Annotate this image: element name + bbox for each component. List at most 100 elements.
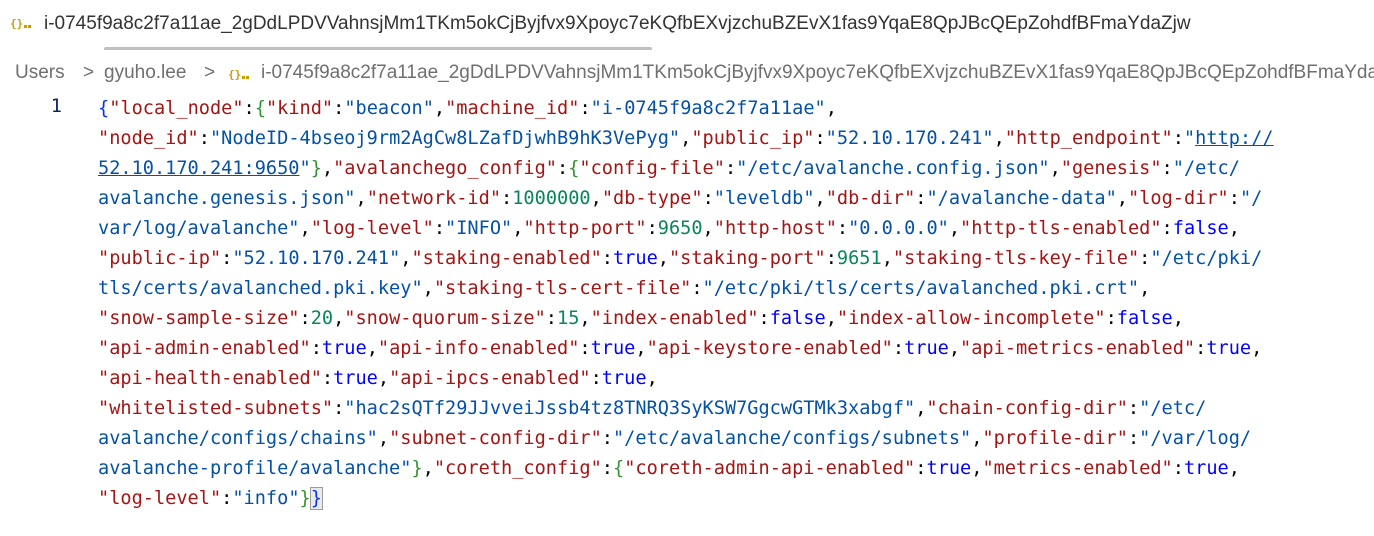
- json-boolean: false: [1172, 218, 1229, 239]
- json-punctuation: ,: [1116, 188, 1128, 209]
- json-punctuation: :: [1172, 458, 1184, 479]
- json-punctuation: ,: [1139, 278, 1151, 299]
- json-link[interactable]: 52.10.170.241:9650: [98, 158, 300, 179]
- json-punctuation: :: [243, 98, 255, 119]
- json-punctuation: :: [579, 98, 591, 119]
- json-number: 20: [310, 308, 334, 329]
- json-key: "whitelisted-subnets": [98, 398, 334, 419]
- json-punctuation: ,: [579, 308, 591, 329]
- json-key: "staking-port": [668, 248, 826, 269]
- json-punctuation: ,: [512, 218, 524, 239]
- json-string: "/etc/pki/: [1150, 248, 1263, 269]
- json-punctuation: :: [724, 158, 737, 179]
- json-number: 15: [557, 308, 580, 329]
- json-punctuation: :: [501, 188, 513, 209]
- code-line: "node_id":"NodeID-4bseoj9rm2AgCw8LZafDjw…: [98, 124, 1368, 154]
- code-editor[interactable]: 1 {"local_node":{"kind":"beacon","machin…: [0, 90, 1374, 536]
- json-boolean: true: [333, 368, 378, 389]
- json-punctuation: :: [1161, 158, 1173, 179]
- json-punctuation: ,: [657, 248, 669, 269]
- json-punctuation: :: [1161, 218, 1173, 239]
- tab-bar-scrollbar[interactable]: [104, 47, 652, 50]
- json-key: "staking-tls-key-file": [892, 248, 1140, 269]
- breadcrumb-item-file[interactable]: i-0745f9a8c2f7a11ae_2gDdLPDVVahnsjMm1TKm…: [261, 62, 1374, 84]
- json-punctuation: ,: [948, 338, 961, 359]
- json-key: "genesis": [1060, 158, 1162, 179]
- json-punctuation: :: [601, 428, 613, 449]
- json-file-icon: {}: [228, 68, 249, 81]
- json-punctuation: ,: [1172, 308, 1184, 329]
- code-content[interactable]: {"local_node":{"kind":"beacon","machine_…: [98, 94, 1368, 514]
- json-punctuation: ,: [702, 218, 714, 239]
- json-punctuation: ,: [400, 248, 412, 269]
- json-punctuation: ,: [433, 98, 446, 119]
- json-punctuation: ,: [321, 158, 334, 179]
- json-link[interactable]: http://: [1195, 128, 1273, 149]
- json-punctuation: :: [1172, 128, 1184, 149]
- code-line: "api-health-enabled":true,"api-ipcs-enab…: [98, 364, 1368, 394]
- json-punctuation: :: [590, 368, 602, 389]
- json-key: "log-level": [98, 488, 222, 509]
- json-punctuation: :: [333, 98, 345, 119]
- json-punctuation: ,: [680, 128, 692, 149]
- editor-tab[interactable]: {} i-0745f9a8c2f7a11ae_2gDdLPDVVahnsjMm1…: [0, 0, 1374, 50]
- json-punctuation: ,: [1228, 458, 1240, 479]
- json-string: "/etc/: [1139, 398, 1207, 419]
- code-line: 52.10.170.241:9650"},"avalanchego_config…: [98, 154, 1368, 184]
- code-line: "api-admin-enabled":true,"api-info-enabl…: [98, 334, 1368, 364]
- json-punctuation: ,: [422, 278, 434, 299]
- json-key: "index-enabled": [590, 308, 759, 329]
- json-brace: {: [612, 458, 625, 479]
- json-key: "public_ip": [691, 128, 815, 149]
- json-key: "kind": [265, 98, 334, 119]
- json-punctuation: :: [836, 218, 849, 239]
- json-key: "snow-sample-size": [98, 308, 300, 329]
- json-punctuation: :: [545, 308, 557, 329]
- code-line: var/log/avalanche","log-level":"INFO","h…: [98, 214, 1368, 244]
- json-punctuation: ,: [646, 368, 658, 389]
- json-string: "INFO": [445, 218, 513, 239]
- json-punctuation: :: [915, 188, 927, 209]
- json-punctuation: ,: [355, 188, 367, 209]
- json-punctuation: ,: [366, 338, 378, 359]
- json-punctuation: :: [310, 338, 322, 359]
- json-punctuation: ,: [1228, 218, 1240, 239]
- json-punctuation: :: [758, 308, 770, 329]
- json-number: 9651: [836, 248, 882, 269]
- code-line: {"local_node":{"kind":"beacon","machine_…: [98, 94, 1368, 124]
- json-file-icon: {}: [10, 17, 31, 30]
- json-brace: {: [568, 158, 580, 179]
- json-punctuation: ,: [333, 308, 345, 329]
- json-punctuation: ,: [422, 458, 434, 479]
- json-punctuation: :: [557, 158, 569, 179]
- json-key: "staking-tls-cert-file": [433, 278, 692, 299]
- json-punctuation: :: [1139, 248, 1151, 269]
- json-string: var/log/avalanche": [98, 218, 300, 239]
- json-boolean: false: [1116, 308, 1173, 329]
- json-key: "api-admin-enabled": [98, 338, 311, 359]
- json-string: "info": [232, 488, 300, 509]
- tab-title: i-0745f9a8c2f7a11ae_2gDdLPDVVahnsjMm1TKm…: [44, 13, 1191, 34]
- json-punctuation: ,: [377, 368, 390, 389]
- json-key: "chain-config-dir": [926, 398, 1128, 419]
- json-punctuation: :: [579, 338, 591, 359]
- json-punctuation: ,: [814, 188, 826, 209]
- json-string: avalanche/configs/chains": [98, 428, 378, 449]
- json-key: "avalanchego_config": [333, 158, 557, 179]
- breadcrumb-item-users[interactable]: Users: [15, 62, 65, 84]
- json-key: "profile-dir": [982, 428, 1128, 449]
- json-punctuation: :: [915, 458, 927, 479]
- json-punctuation: :: [702, 188, 714, 209]
- json-punctuation: :: [601, 458, 613, 479]
- json-string: "NodeID-4bseoj9rm2AgCw8LZafDjwhB9hK3VePy…: [209, 128, 681, 149]
- code-line: avalanche-profile/avalanche"},"coreth_co…: [98, 454, 1368, 484]
- json-punctuation: :: [691, 278, 703, 299]
- json-string: "beacon": [344, 98, 434, 119]
- json-key: "coreth_config": [433, 458, 602, 479]
- json-boolean: false: [769, 308, 826, 329]
- breadcrumb-item-user[interactable]: gyuho.lee: [104, 62, 186, 84]
- json-boolean: true: [1206, 338, 1252, 359]
- json-key: "api-info-enabled": [377, 338, 580, 359]
- json-boolean: true: [1183, 458, 1229, 479]
- code-line: "whitelisted-subnets":"hac2sQTf29JJvveiJ…: [98, 394, 1368, 424]
